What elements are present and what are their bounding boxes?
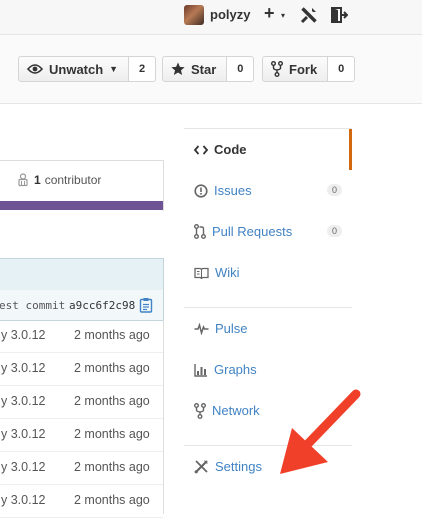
star-icon <box>171 62 185 75</box>
nav-item-label: Network <box>212 403 260 418</box>
nav-item-label: Settings <box>215 459 262 474</box>
file-table-header <box>0 258 164 292</box>
clipboard-icon[interactable] <box>139 297 153 313</box>
nav-item-wiki[interactable]: Wiki <box>184 252 352 293</box>
issue-icon <box>194 183 208 198</box>
table-row: y 3.0.12 2 months ago <box>0 485 163 518</box>
issues-count-badge: 0 <box>326 184 342 196</box>
watchers-count[interactable]: 2 <box>129 56 157 82</box>
commit-message[interactable]: y 3.0.12 <box>1 493 45 507</box>
fork-label: Fork <box>289 61 318 77</box>
eye-icon <box>27 64 43 74</box>
repo-nav-primary: Code Issues 0 Pull Requests 0 Wiki <box>184 128 352 293</box>
table-row: y 3.0.12 2 months ago <box>0 386 163 419</box>
stargazers-count[interactable]: 0 <box>227 56 255 82</box>
nav-item-graphs[interactable]: Graphs <box>184 349 352 390</box>
commit-age: 2 months ago <box>74 361 150 375</box>
commit-age: 2 months ago <box>74 493 150 507</box>
organization-icon <box>18 173 28 187</box>
nav-item-label: Issues <box>214 183 252 198</box>
contributors-link[interactable]: 1 contributor <box>16 173 101 187</box>
pull-request-icon <box>194 224 206 239</box>
unwatch-label: Unwatch <box>49 61 104 77</box>
contributors-label: contributor <box>44 173 102 187</box>
nav-item-issues[interactable]: Issues 0 <box>184 170 352 211</box>
commit-age: 2 months ago <box>74 460 150 474</box>
network-icon <box>194 402 206 419</box>
nav-item-code[interactable]: Code <box>184 129 352 170</box>
chevron-down-icon[interactable]: ▾ <box>281 11 285 20</box>
latest-commit-row: est commit a9cc6f2c98 <box>0 290 164 321</box>
contributors-count: 1 <box>34 173 41 187</box>
nav-item-label: Graphs <box>214 362 257 377</box>
fork-button-group: Fork 0 <box>262 56 356 82</box>
nav-item-label: Pulse <box>215 321 248 336</box>
pull-requests-count-badge: 0 <box>326 225 342 237</box>
commit-message[interactable]: y 3.0.12 <box>1 460 45 474</box>
commit-message[interactable]: y 3.0.12 <box>1 427 45 441</box>
chevron-down-icon: ▼ <box>109 64 119 74</box>
unwatch-button[interactable]: Unwatch ▼ <box>18 56 130 82</box>
forks-count[interactable]: 0 <box>328 56 356 82</box>
commit-message[interactable]: y 3.0.12 <box>1 328 45 342</box>
repo-pagehead: Unwatch ▼ 2 Star 0 Fork 0 <box>0 35 422 104</box>
annotation-arrow-icon <box>280 389 361 474</box>
fork-icon <box>271 61 283 77</box>
username-link[interactable]: polyzy <box>210 7 250 22</box>
table-row: y 3.0.12 2 months ago <box>0 452 163 485</box>
star-label: Star <box>191 61 217 77</box>
settings-icon <box>194 460 208 474</box>
nav-item-label: Pull Requests <box>212 224 293 239</box>
table-row: y 3.0.12 2 months ago <box>0 419 163 452</box>
table-row: y 3.0.12 2 months ago <box>0 353 163 386</box>
book-icon <box>194 267 209 279</box>
star-button[interactable]: Star <box>162 56 228 82</box>
language-bar <box>0 201 163 210</box>
fork-button[interactable]: Fork <box>262 56 329 82</box>
nav-item-pulse[interactable]: Pulse <box>184 308 352 349</box>
avatar[interactable] <box>184 5 204 25</box>
tools-icon[interactable] <box>300 6 318 24</box>
graph-icon <box>194 363 207 377</box>
commit-age: 2 months ago <box>74 394 150 408</box>
header-bar: polyzy + ▾ <box>0 0 422 35</box>
file-list: y 3.0.12 2 months ago y 3.0.12 2 months … <box>0 320 164 518</box>
nav-item-label: Code <box>214 142 247 157</box>
commit-age: 2 months ago <box>74 427 150 441</box>
commit-sha-link[interactable]: a9cc6f2c98 <box>69 299 135 312</box>
pulse-icon <box>194 322 209 335</box>
latest-commit-label: est commit <box>0 299 66 312</box>
commit-message[interactable]: y 3.0.12 <box>1 394 45 408</box>
nav-item-label: Wiki <box>215 265 240 280</box>
nav-item-pull-requests[interactable]: Pull Requests 0 <box>184 211 352 252</box>
star-button-group: Star 0 <box>162 56 255 82</box>
watch-button-group: Unwatch ▼ 2 <box>18 56 157 82</box>
code-icon <box>194 144 208 155</box>
create-new-button[interactable]: + <box>264 3 275 24</box>
commit-age: 2 months ago <box>74 328 150 342</box>
sign-out-icon[interactable] <box>330 6 348 24</box>
table-row: y 3.0.12 2 months ago <box>0 320 163 353</box>
commit-message[interactable]: y 3.0.12 <box>1 361 45 375</box>
